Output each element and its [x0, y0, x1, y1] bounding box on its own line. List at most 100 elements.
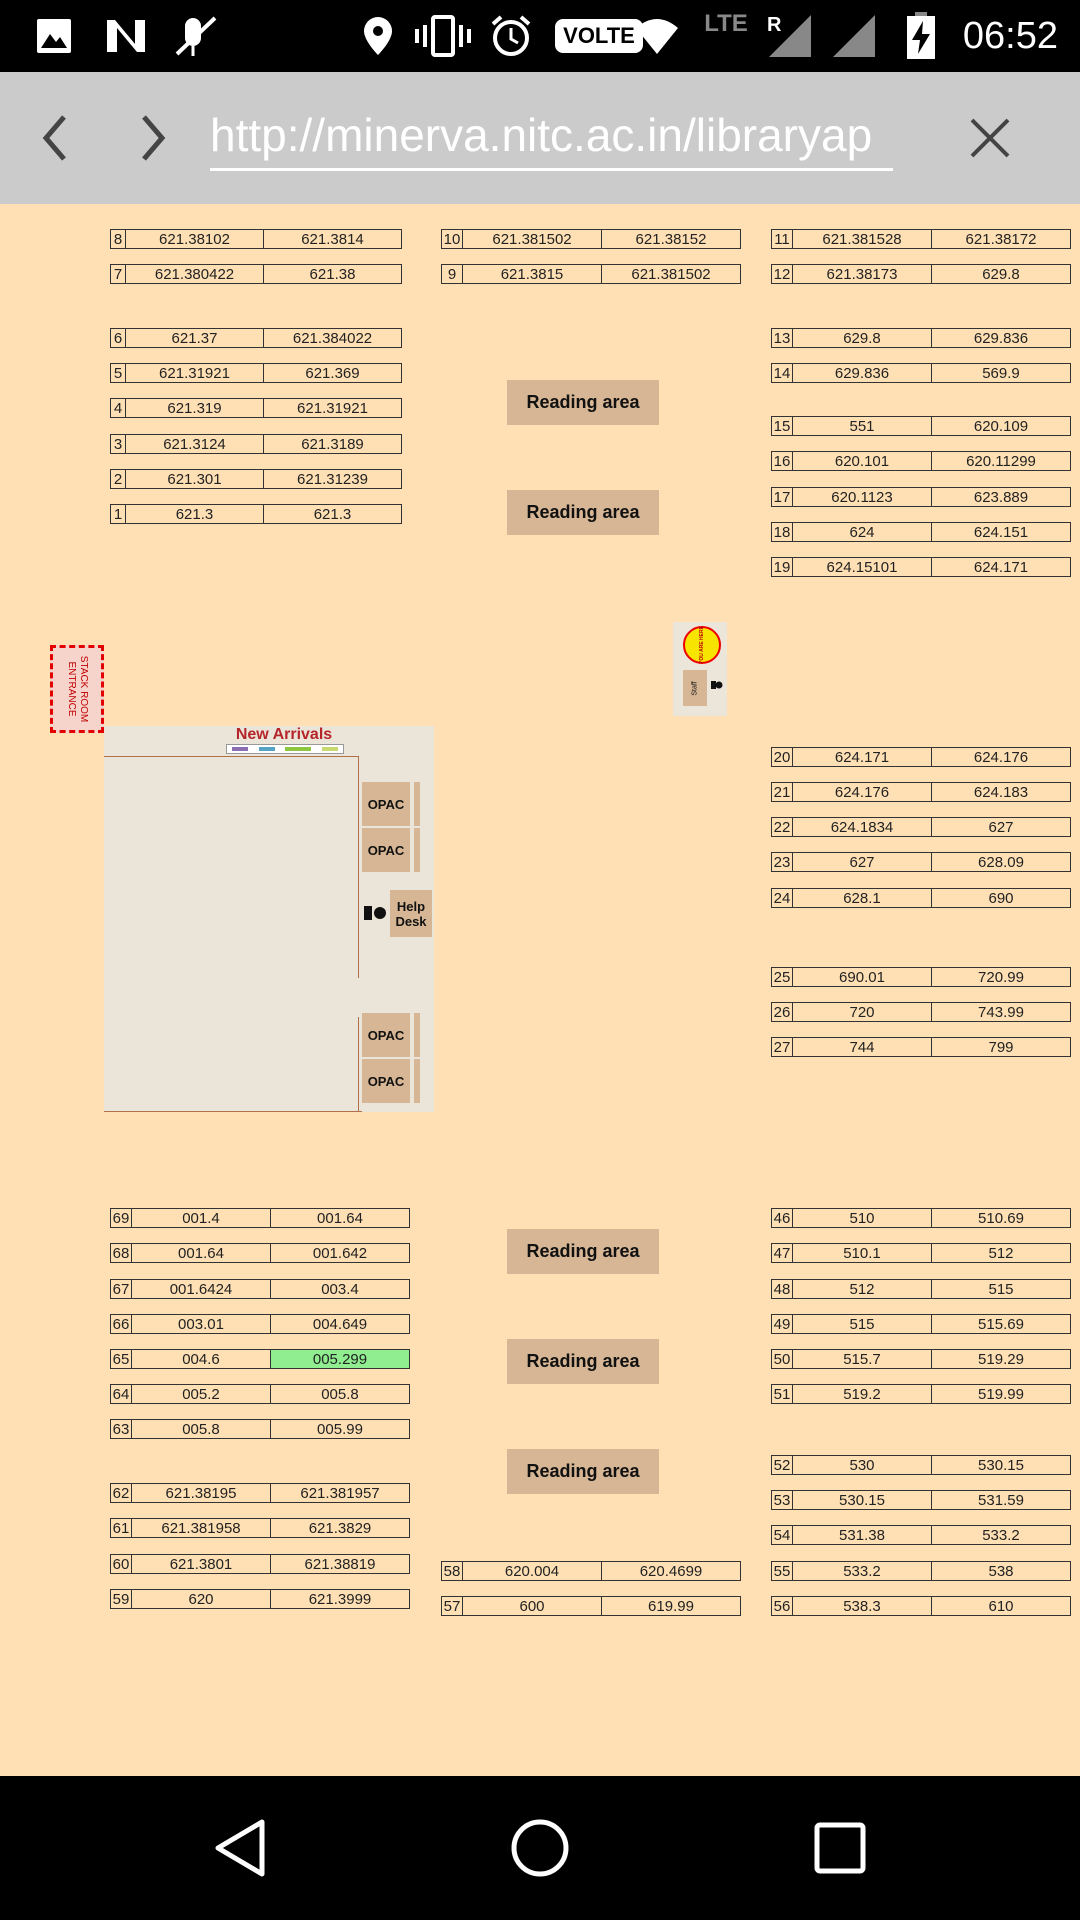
rack-6[interactable]: 6 621.37 621.384022	[110, 328, 402, 348]
reading-area: Reading area	[507, 380, 659, 425]
rack-62[interactable]: 62 621.38195 621.381957	[110, 1483, 410, 1503]
rack-16[interactable]: 16 620.101 620.11299	[771, 451, 1071, 471]
rack-63[interactable]: 63 005.8 005.99	[110, 1419, 410, 1439]
wall	[104, 1111, 362, 1112]
rack-49[interactable]: 49 515 515.69	[771, 1314, 1071, 1334]
rack-8[interactable]: 8 621.38102 621.3814	[110, 229, 402, 249]
rack-56[interactable]: 56 538.3 610	[771, 1596, 1071, 1616]
rack-10[interactable]: 10 621.381502 621.38152	[441, 229, 741, 249]
rack-2[interactable]: 2 621.301 621.31239	[110, 469, 402, 489]
person-icon	[364, 906, 388, 920]
reading-area: Reading area	[507, 1229, 659, 1274]
home-circle-icon[interactable]	[504, 1812, 576, 1884]
location-icon	[360, 14, 396, 58]
you-are-here-marker: YOU ARE HERE Staff	[673, 622, 727, 716]
new-arrivals-shelf	[226, 744, 344, 754]
rack-4[interactable]: 4 621.319 621.31921	[110, 398, 402, 418]
rack-7[interactable]: 7 621.380422 621.38	[110, 264, 402, 284]
rack-23[interactable]: 23 627 628.09	[771, 852, 1071, 872]
rack-3[interactable]: 3 621.3124 621.3189	[110, 434, 402, 454]
image-icon	[34, 14, 74, 58]
browser-toolbar: http://minerva.nitc.ac.in/libraryap	[0, 72, 1080, 204]
person-icon	[711, 678, 723, 690]
library-map: 8 621.38102 621.3814 7 621.380422 621.38 6 62…	[0, 204, 1080, 1776]
chevron-left-icon[interactable]	[26, 108, 86, 168]
wifi-icon	[634, 14, 680, 58]
opac-terminal: OPAC	[362, 782, 410, 826]
battery-charging-icon	[904, 12, 938, 59]
opac-terminal: OPAC	[362, 1059, 410, 1103]
rack-26[interactable]: 26 720 743.99	[771, 1002, 1071, 1022]
rack-48[interactable]: 48 512 515	[771, 1279, 1071, 1299]
opac-terminal: OPAC	[362, 1013, 410, 1057]
rack-27[interactable]: 27 744 799	[771, 1037, 1071, 1057]
rack-55[interactable]: 55 533.2 538	[771, 1561, 1071, 1581]
opac-terminal: OPAC	[362, 828, 410, 872]
url-field[interactable]: http://minerva.nitc.ac.in/libraryap	[210, 102, 893, 171]
rack-67[interactable]: 67 001.6424 003.4	[110, 1279, 410, 1299]
chevron-right-icon[interactable]	[122, 108, 182, 168]
rack-1[interactable]: 1 621.3 621.3	[110, 504, 402, 524]
status-bar: VOLTE LTE R 06:52	[0, 0, 1080, 72]
new-arrivals-area: New Arrivals OPAC OPAC Help Desk OPAC OP…	[104, 726, 434, 1112]
signal-icon: R	[762, 14, 814, 58]
new-arrivals-title: New Arrivals	[235, 726, 333, 743]
rack-20[interactable]: 20 624.171 624.176	[771, 747, 1071, 767]
reading-area: Reading area	[507, 490, 659, 535]
opac-desk	[414, 1059, 420, 1103]
rack-54[interactable]: 54 531.38 533.2	[771, 1525, 1071, 1545]
reading-area: Reading area	[507, 1339, 659, 1384]
you-are-here-badge: YOU ARE HERE	[683, 626, 721, 664]
recents-square-icon[interactable]	[804, 1812, 876, 1884]
rack-59[interactable]: 59 620 621.3999	[110, 1589, 410, 1609]
wall	[358, 756, 359, 978]
navigation-bar	[0, 1776, 1080, 1920]
n-icon	[104, 14, 148, 58]
opac-desk	[414, 1013, 420, 1057]
staff-desk: Staff	[683, 670, 707, 706]
rack-60[interactable]: 60 621.3801 621.38819	[110, 1554, 410, 1574]
rack-69[interactable]: 69 001.4 001.64	[110, 1208, 410, 1228]
clock: 06:52	[962, 15, 1058, 57]
rack-13[interactable]: 13 629.8 629.836	[771, 328, 1071, 348]
rack-51[interactable]: 51 519.2 519.99	[771, 1384, 1071, 1404]
rack-52[interactable]: 52 530 530.15	[771, 1455, 1071, 1475]
rack-21[interactable]: 21 624.176 624.183	[771, 782, 1071, 802]
opac-desk	[414, 782, 420, 826]
rack-66[interactable]: 66 003.01 004.649	[110, 1314, 410, 1334]
back-triangle-icon[interactable]	[204, 1812, 276, 1884]
rack-24[interactable]: 24 628.1 690	[771, 888, 1071, 908]
rack-5[interactable]: 5 621.31921 621.369	[110, 363, 402, 383]
stack-room-entrance: STACK ROOM ENTRANCE	[50, 645, 104, 733]
rack-18[interactable]: 18 624 624.151	[771, 522, 1071, 542]
highlighted-range: 005.299	[270, 1349, 410, 1369]
close-icon[interactable]	[960, 108, 1020, 168]
rack-19[interactable]: 19 624.15101 624.171	[771, 557, 1071, 577]
rack-47[interactable]: 47 510.1 512	[771, 1243, 1071, 1263]
rack-57[interactable]: 57 600 619.99	[441, 1596, 741, 1616]
rack-53[interactable]: 53 530.15 531.59	[771, 1490, 1071, 1510]
alarm-icon	[488, 14, 534, 58]
rack-25[interactable]: 25 690.01 720.99	[771, 967, 1071, 987]
wall	[104, 756, 358, 757]
rack-64[interactable]: 64 005.2 005.8	[110, 1384, 410, 1404]
rack-68[interactable]: 68 001.64 001.642	[110, 1243, 410, 1263]
wall	[358, 1017, 359, 1112]
signal-icon	[826, 14, 878, 58]
rack-14[interactable]: 14 629.836 569.9	[771, 363, 1071, 383]
rack-61[interactable]: 61 621.381958 621.3829	[110, 1518, 410, 1538]
help-desk: Help Desk	[390, 890, 432, 937]
rack-22[interactable]: 22 624.1834 627	[771, 817, 1071, 837]
mute-icon	[172, 14, 220, 58]
rack-17[interactable]: 17 620.1123 623.889	[771, 487, 1071, 507]
rack-50[interactable]: 50 515.7 519.29	[771, 1349, 1071, 1369]
rack-9[interactable]: 9 621.3815 621.381502	[441, 264, 741, 284]
vibrate-icon	[414, 14, 472, 58]
rack-11[interactable]: 11 621.381528 621.38172	[771, 229, 1071, 249]
opac-desk	[414, 828, 420, 872]
rack-46[interactable]: 46 510 510.69	[771, 1208, 1071, 1228]
rack-65[interactable]: 65 004.6 005.299	[110, 1349, 410, 1369]
rack-12[interactable]: 12 621.38173 629.8	[771, 264, 1071, 284]
rack-58[interactable]: 58 620.004 620.4699	[441, 1561, 741, 1581]
rack-15[interactable]: 15 551 620.109	[771, 416, 1071, 436]
